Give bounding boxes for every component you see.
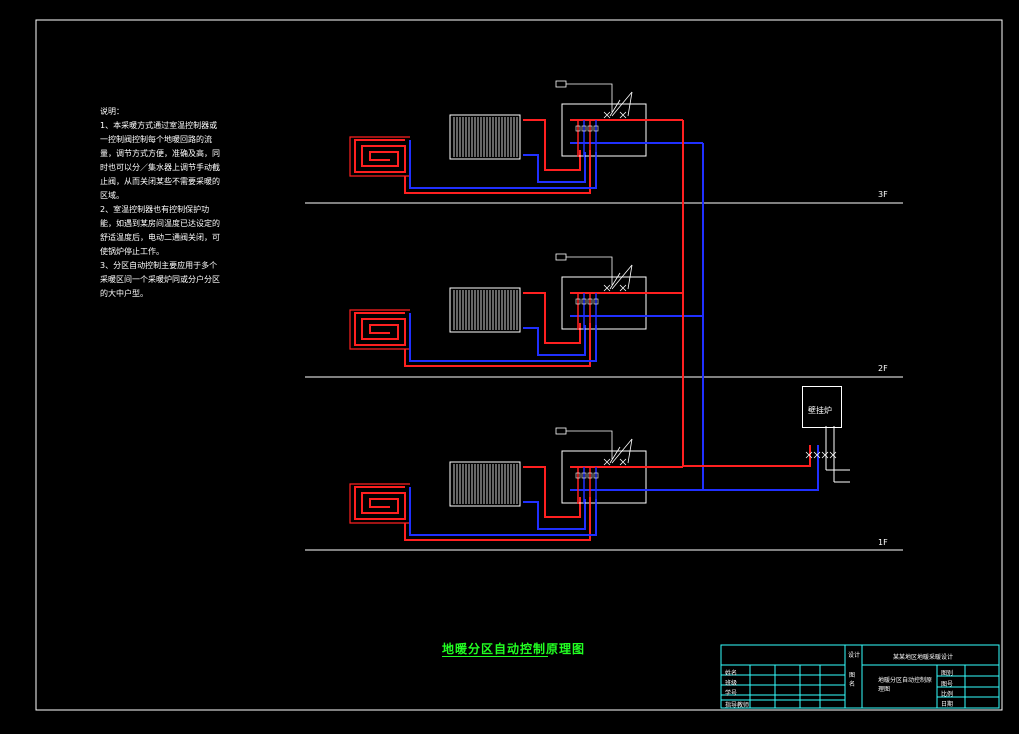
floor-coil-outline xyxy=(349,136,410,177)
manifold-box xyxy=(561,450,647,504)
motorized-valve-icon xyxy=(603,111,611,119)
tb-right-row-1: 图别 xyxy=(941,670,954,677)
radiator xyxy=(449,287,521,333)
floor-unit-1f xyxy=(349,427,703,541)
tb-right-row-3: 比例 xyxy=(941,691,954,698)
floor-coil-supply xyxy=(354,139,406,173)
tb-left-row-3: 学号 xyxy=(725,690,738,697)
room-thermostat-icon xyxy=(555,80,567,88)
radiator-supply-pipe xyxy=(523,466,581,518)
manifold-box xyxy=(561,103,647,157)
radiator-supply-pipe xyxy=(523,292,581,344)
coil-return-pipe xyxy=(409,313,597,362)
tb-col-label: 设计 xyxy=(848,652,861,659)
floor-coil-outline xyxy=(349,483,410,524)
motorized-valve-icon xyxy=(603,284,611,292)
return-main xyxy=(703,445,819,491)
radiator-supply-pipe xyxy=(523,119,581,171)
design-notes: 说明： 1、本采暖方式通过室温控制器或一控制阀控制每个地暖回路的流量，调节方式方… xyxy=(100,105,220,301)
note-item-3: 3、分区自动控制主要应用于多个采暖区间一个采暖炉同或分户分区的大中户型。 xyxy=(100,261,220,298)
tb-right-row-2: 图号 xyxy=(941,681,954,688)
title-underline xyxy=(442,656,548,657)
tb-project: 某某地区地暖采暖设计 xyxy=(893,654,954,661)
room-thermostat-icon xyxy=(555,253,567,261)
note-item-1: 1、本采暖方式通过室温控制器或一控制阀控制每个地暖回路的流量，调节方式方便，准确… xyxy=(100,121,220,200)
floor-label-1f: 1F xyxy=(878,538,888,547)
tb-drawing-name: 地暖分区自动控制原理图 xyxy=(878,677,933,693)
floor-coil-supply xyxy=(354,486,406,520)
floor-unit-3f xyxy=(349,80,703,194)
manifold-box xyxy=(561,276,647,330)
tb-left-row-4: 指导教师 xyxy=(725,702,750,709)
floor-label-3f: 3F xyxy=(878,190,888,199)
drawing-title: 地暖分区自动控制原理图 xyxy=(442,642,586,656)
floor-coil-supply xyxy=(354,312,406,346)
floor-label-2f: 2F xyxy=(878,364,888,373)
tb-left-row-2: 班级 xyxy=(725,680,738,687)
boiler-label: 壁挂炉 xyxy=(808,406,832,415)
coil-return-pipe xyxy=(409,140,597,189)
radiator xyxy=(449,114,521,160)
notes-heading: 说明： xyxy=(100,107,124,116)
floor-unit-2f xyxy=(349,253,703,367)
coil-return-pipe xyxy=(409,487,597,536)
floor-coil-outline xyxy=(349,309,410,350)
room-thermostat-icon xyxy=(555,427,567,435)
tb-right-row-4: 日期 xyxy=(941,701,954,708)
motorized-valve-icon xyxy=(603,458,611,466)
note-item-2: 2、室温控制器也有控制保护功能，如遇到某房间温度已达设定的舒适温度后，电动二通阀… xyxy=(100,205,220,256)
tb-left-row-1: 姓名 xyxy=(725,670,738,677)
radiator xyxy=(449,461,521,507)
tb-drawing-name-label: 图名 xyxy=(849,672,856,688)
